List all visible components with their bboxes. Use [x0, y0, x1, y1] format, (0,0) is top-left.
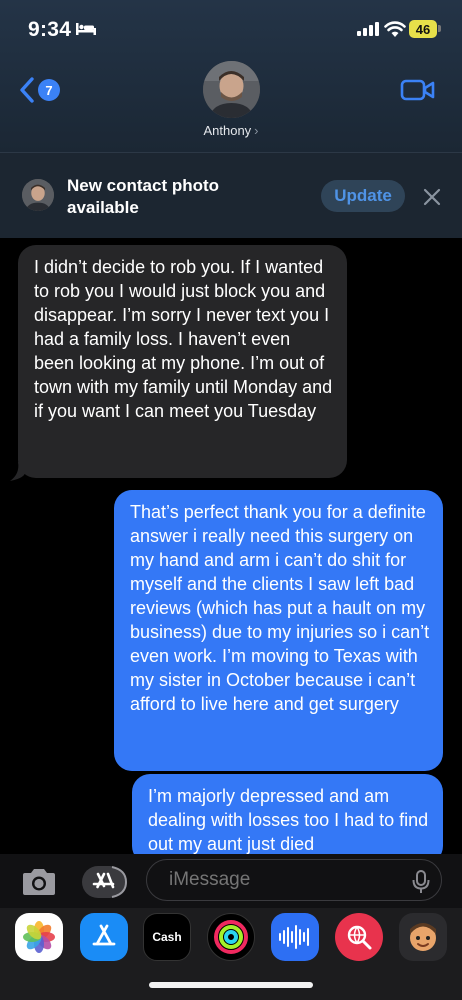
message-bubble-outgoing[interactable]: That’s perfect thank you for a definite …: [114, 490, 443, 771]
app-store-icon[interactable]: [80, 913, 128, 961]
banner-avatar: [22, 179, 54, 211]
close-icon[interactable]: [421, 186, 443, 208]
conversation-header: 9:34 46 7 Anthony ›: [0, 0, 462, 152]
microphone-icon[interactable]: [412, 870, 430, 894]
waveform-icon: [279, 925, 309, 949]
camera-icon[interactable]: [20, 868, 58, 896]
battery-nub: [438, 25, 441, 32]
apple-cash-icon[interactable]: Cash: [143, 913, 191, 961]
apps-icon[interactable]: [82, 866, 128, 898]
sleep-focus-icon: [76, 23, 96, 35]
home-indicator[interactable]: [149, 982, 313, 988]
search-images-icon[interactable]: [335, 913, 383, 961]
composer-bar: [0, 854, 462, 908]
contact-photo-banner: New contact photo available Update: [0, 152, 462, 238]
status-time: 9:34: [28, 18, 72, 41]
apple-cash-label: Cash: [152, 930, 182, 944]
unread-count-badge: 7: [38, 79, 60, 101]
message-text: That’s perfect thank you for a definite …: [130, 502, 430, 714]
message-bubble-incoming[interactable]: I didn’t decide to rob you. If I wanted …: [18, 245, 347, 478]
contact-photo-icon: [203, 61, 260, 118]
back-button[interactable]: 7: [14, 74, 64, 106]
app-store-glyph-icon: [92, 924, 116, 946]
photos-flower-icon: [23, 921, 55, 953]
message-bubble-outgoing[interactable]: I’m majorly depressed and am dealing wit…: [132, 774, 443, 864]
photos-app-icon[interactable]: [15, 913, 63, 961]
message-text: I didn’t decide to rob you. If I wanted …: [34, 257, 333, 421]
activity-rings-icon: [214, 920, 248, 954]
status-bar: 9:34 46: [0, 0, 462, 56]
contact-name-label: Anthony: [203, 123, 252, 138]
memoji-face-icon: [410, 923, 436, 951]
contact-avatar[interactable]: [203, 61, 260, 118]
update-button[interactable]: Update: [321, 180, 405, 212]
facetime-video-icon[interactable]: [400, 77, 436, 103]
activity-icon[interactable]: [207, 913, 255, 961]
wifi-icon: [384, 21, 406, 37]
chevron-left-icon: [20, 77, 34, 103]
message-input[interactable]: [146, 859, 442, 901]
banner-text: New contact photo available: [67, 176, 220, 217]
chevron-right-icon: ›: [254, 123, 259, 138]
battery-indicator: 46: [409, 20, 437, 38]
contact-name[interactable]: Anthony ›: [0, 123, 462, 138]
cellular-signal-icon: [357, 22, 379, 36]
memoji-icon[interactable]: [399, 913, 447, 961]
magnifier-globe-icon: [347, 925, 372, 950]
contact-photo-icon: [22, 179, 54, 211]
message-text: I’m majorly depressed and am dealing wit…: [148, 786, 429, 854]
bubble-tail: [10, 462, 26, 481]
audio-message-icon[interactable]: [271, 913, 319, 961]
